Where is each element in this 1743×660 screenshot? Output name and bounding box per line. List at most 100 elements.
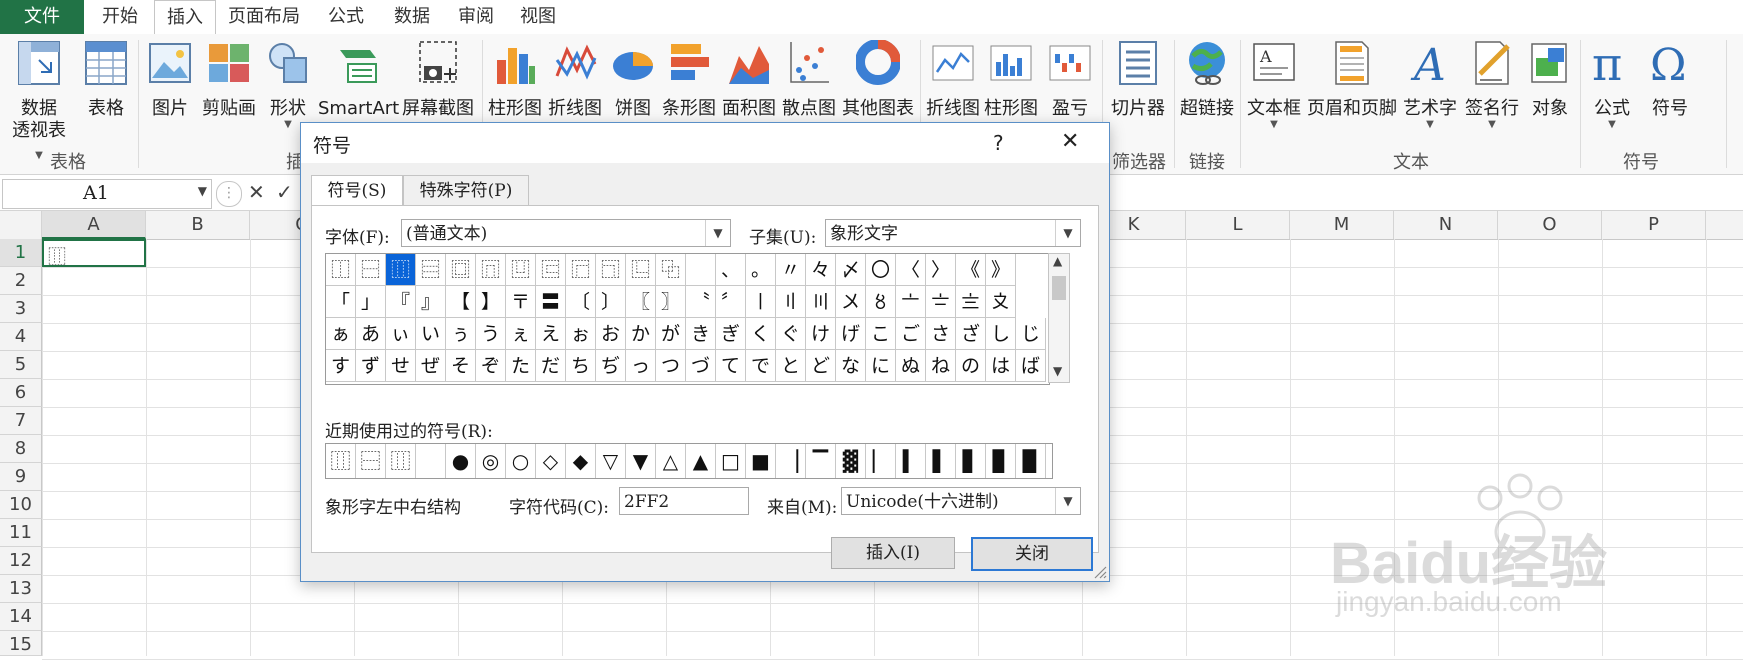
symbol-grid-scrollbar[interactable]: ▲ ▼ xyxy=(1048,253,1070,383)
symbol-cell[interactable]: ぐ xyxy=(776,318,806,350)
recent-symbol-cell[interactable]: □ xyxy=(716,444,746,478)
help-button[interactable]: ? xyxy=(993,131,1004,155)
recent-symbol-cell[interactable]: ▍ xyxy=(896,444,926,478)
symbol-cell[interactable]: き xyxy=(686,318,716,350)
symbol-cell[interactable]: じ xyxy=(1016,318,1046,350)
symbol-cell[interactable]: ば xyxy=(1016,350,1046,382)
symbol-cell[interactable]: 〃 xyxy=(776,254,806,286)
symbol-cell[interactable] xyxy=(686,254,716,286)
column-chart-button[interactable]: 柱形图 xyxy=(486,40,544,120)
row-header[interactable]: 10 xyxy=(0,491,42,519)
symbol-cell[interactable]: 〥 xyxy=(866,286,896,318)
symbol-button[interactable]: Ω 符号 xyxy=(1642,40,1698,120)
recent-symbol-cell[interactable]: ⿱ xyxy=(356,444,386,478)
symbol-cell[interactable]: い xyxy=(416,318,446,350)
symbol-cell[interactable]: 〢 xyxy=(776,286,806,318)
symbol-cell[interactable]: 〦 xyxy=(896,286,926,318)
symbol-cell[interactable]: 。 xyxy=(746,254,776,286)
symbol-cell[interactable]: 〞 xyxy=(716,286,746,318)
symbol-cell[interactable]: ぃ xyxy=(386,318,416,350)
symbol-cell[interactable]: 《 xyxy=(956,254,986,286)
symbol-cell[interactable]: う xyxy=(476,318,506,350)
recent-symbol-cell[interactable]: ▕ xyxy=(776,444,806,478)
recent-symbol-cell[interactable]: ▔ xyxy=(806,444,836,478)
bar-chart-button[interactable]: 条形图 xyxy=(660,40,718,120)
symbol-cell[interactable]: ぢ xyxy=(596,350,626,382)
scrollbar-thumb[interactable] xyxy=(1052,276,1066,300)
textbox-button[interactable]: A 文本框 ▼ xyxy=(1244,40,1304,130)
slicer-button[interactable]: 切片器 xyxy=(1106,40,1170,120)
tab-review[interactable]: 审阅 xyxy=(446,0,506,34)
table-button[interactable]: 表格 xyxy=(78,40,134,120)
row-header[interactable]: 15 xyxy=(0,631,42,656)
symbol-cell[interactable]: 〕 xyxy=(596,286,626,318)
recent-symbol-cell[interactable]: ● xyxy=(446,444,476,478)
insert-button[interactable]: 插入(I) xyxy=(831,537,955,569)
tab-symbols[interactable]: 符号(S) xyxy=(311,175,403,207)
recent-symbol-cell[interactable]: ▏ xyxy=(866,444,896,478)
row-header[interactable]: 9 xyxy=(0,463,42,491)
row-header[interactable]: 4 xyxy=(0,323,42,351)
symbol-cell[interactable]: た xyxy=(506,350,536,382)
sparkline-column-button[interactable]: 柱形图 xyxy=(982,40,1040,120)
symbol-cell[interactable]: 〨 xyxy=(956,286,986,318)
symbol-cell[interactable]: ⿳ xyxy=(416,254,446,286)
symbol-cell[interactable]: っ xyxy=(626,350,656,382)
symbol-cell[interactable]: に xyxy=(866,350,896,382)
tab-file[interactable]: 文件 xyxy=(0,0,84,34)
resize-grip-icon[interactable] xyxy=(1093,565,1107,579)
symbol-cell[interactable]: ぇ xyxy=(506,318,536,350)
recent-symbol-cell[interactable]: ▊ xyxy=(986,444,1016,478)
symbol-cell[interactable]: ⿴ xyxy=(446,254,476,286)
row-header[interactable]: 8 xyxy=(0,435,42,463)
symbol-cell[interactable]: 〆 xyxy=(836,254,866,286)
symbol-cell[interactable]: 〤 xyxy=(836,286,866,318)
symbol-cell[interactable]: て xyxy=(716,350,746,382)
symbol-cell[interactable]: 〡 xyxy=(746,286,776,318)
symbol-cell[interactable]: け xyxy=(806,318,836,350)
recent-symbols-row[interactable]: ⿲⿱⿲ ● ◎ ○ ◇ ◆ ▽ ▼ △ ▲ □ ■ ▕ ▔ ▓ ▏ ▍ ▌ ▋ ▊ ▉ xyxy=(325,443,1053,479)
subset-select[interactable]: 象形文字 ▼ xyxy=(825,219,1081,247)
symbol-cell[interactable]: ぁ xyxy=(326,318,356,350)
symbol-cell[interactable]: ⿱ xyxy=(356,254,386,286)
select-all-corner[interactable] xyxy=(0,211,42,239)
row-header[interactable]: 7 xyxy=(0,407,42,435)
symbol-cell[interactable]: ぉ xyxy=(566,318,596,350)
symbol-cell[interactable]: え xyxy=(536,318,566,350)
symbol-cell[interactable]: 【 xyxy=(446,286,476,318)
recent-symbol-cell[interactable]: ◆ xyxy=(566,444,596,478)
tab-insert[interactable]: 插入 xyxy=(154,0,216,35)
tab-formulas[interactable]: 公式 xyxy=(316,0,376,34)
scroll-up-icon[interactable]: ▲ xyxy=(1053,254,1062,268)
symbol-cell[interactable]: は xyxy=(986,350,1016,382)
symbol-cell[interactable]: ど xyxy=(806,350,836,382)
column-header[interactable]: M xyxy=(1290,211,1394,239)
symbol-cell[interactable]: ね xyxy=(926,350,956,382)
column-header[interactable]: A xyxy=(42,211,146,239)
recent-symbol-cell[interactable]: ▼ xyxy=(626,444,656,478)
recent-symbol-cell[interactable]: ▋ xyxy=(956,444,986,478)
row-header[interactable]: 5 xyxy=(0,351,42,379)
header-footer-button[interactable]: 页眉和页脚 xyxy=(1306,40,1398,120)
symbol-cell[interactable]: 〇 xyxy=(866,254,896,286)
name-box[interactable]: A1 ▼ xyxy=(2,179,212,209)
symbol-cell[interactable]: 〗 xyxy=(656,286,686,318)
row-header[interactable]: 11 xyxy=(0,519,42,547)
close-button[interactable]: 关闭 xyxy=(971,537,1093,571)
pie-chart-button[interactable]: 饼图 xyxy=(608,40,658,120)
symbol-cell[interactable]: ⿵ xyxy=(476,254,506,286)
symbol-cell[interactable]: ぎ xyxy=(716,318,746,350)
pivot-table-button[interactable]: 数据 透视表 ▼ xyxy=(6,40,72,164)
from-select[interactable]: Unicode(十六进制) ▼ xyxy=(841,487,1081,515)
recent-symbol-cell[interactable]: ▲ xyxy=(686,444,716,478)
symbol-cell[interactable]: こ xyxy=(866,318,896,350)
symbol-cell[interactable]: そ xyxy=(446,350,476,382)
symbol-cell[interactable]: が xyxy=(656,318,686,350)
tab-page-layout[interactable]: 页面布局 xyxy=(222,0,306,34)
symbol-cell[interactable]: ざ xyxy=(956,318,986,350)
tab-home[interactable]: 开始 xyxy=(90,0,150,34)
column-header[interactable]: P xyxy=(1602,211,1706,239)
symbol-cell[interactable]: 』 xyxy=(416,286,446,318)
symbol-cell[interactable]: ⿻ xyxy=(656,254,686,286)
row-header[interactable]: 14 xyxy=(0,603,42,631)
